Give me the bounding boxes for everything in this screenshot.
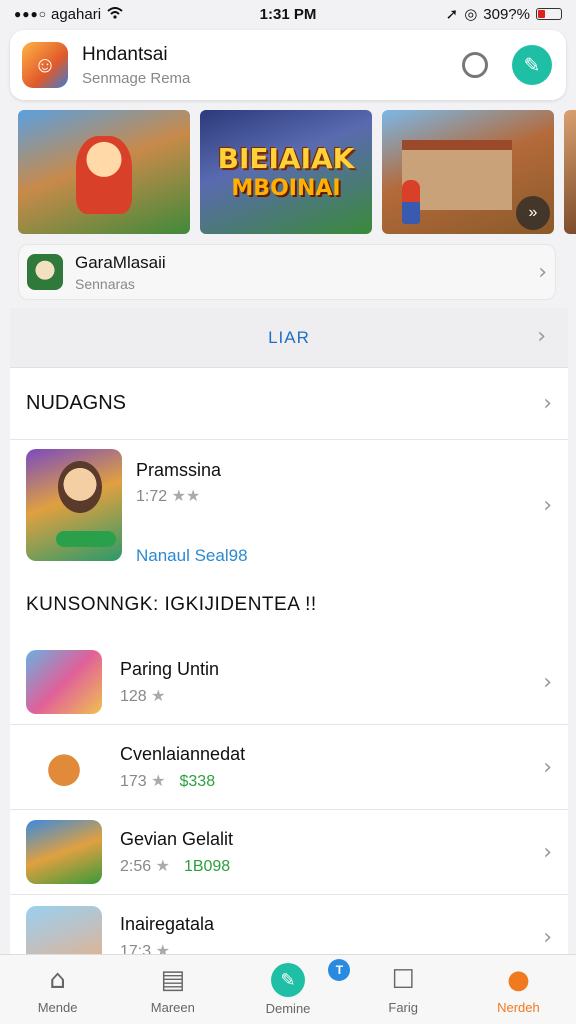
orientation-lock-icon: ◎ (464, 6, 478, 23)
app-rating: 128 ★ (120, 687, 166, 705)
star-icon: ★ (155, 857, 170, 875)
chevron-right-icon: › (543, 669, 552, 695)
chevron-right-icon: › (543, 492, 552, 518)
app-rating: 1:72 ★★ (136, 488, 201, 505)
subsection-heading: KUNSONNGK: IGKIJIDENTEA !! (26, 594, 317, 615)
chevron-right-icon: › (543, 925, 552, 950)
refresh-button[interactable] (462, 52, 488, 78)
section-title: NUDAGNS (26, 392, 127, 414)
banner-item[interactable]: » (382, 110, 554, 234)
lar-label: LIAR (268, 327, 310, 347)
box-icon: ☐ (391, 965, 415, 995)
list-item[interactable]: Paring Untin 128 ★ › (10, 640, 568, 725)
list-item[interactable]: Gevian Gelalit 2:56 ★ 1B098 › (10, 810, 568, 895)
character-illustration (76, 136, 132, 214)
banner-item[interactable]: BIEIAIAK MBOINAI (200, 110, 372, 234)
chevron-right-icon: › (543, 754, 552, 780)
battery-percent: 309?% (483, 5, 530, 23)
list-item[interactable]: Cvenlaiannedat 173 ★ $338 › (10, 725, 568, 810)
app-rating: 173 ★ $338 (120, 772, 216, 790)
app-name: Pramssina (136, 460, 222, 480)
wifi-icon (107, 6, 123, 23)
signal-strength-icon: ●●●○ (14, 7, 47, 21)
carrier-name: agahari (51, 5, 102, 23)
tab-label: Nerdeh (497, 1000, 540, 1015)
list-item[interactable]: Pramssina 1:72 ★★ Nanaul Seal98 › (10, 440, 568, 570)
tab-label: Mende (37, 1000, 78, 1015)
app-icon (26, 650, 102, 714)
chevron-right-icon: › (543, 391, 552, 416)
character-illustration (58, 461, 102, 513)
star-icon: ★ (151, 687, 166, 705)
status-bar: ●●●○ agahari 1:31 PM ➚ ◎ 309?% (0, 0, 576, 28)
tab-label: Demine (265, 1001, 311, 1016)
pencil-icon: ✎ (523, 54, 541, 77)
tab-profile[interactable]: ● Nerdeh (461, 955, 576, 1024)
banner-subtitle: MBOINAI (231, 176, 341, 201)
tab-label: Mareen (150, 1000, 195, 1015)
chevron-right-icon: › (543, 839, 552, 865)
app-rating: 2:56 ★ 1B098 (120, 857, 231, 875)
header-subtitle: Senmage Rema (82, 69, 191, 87)
header-title: Hndantsai (82, 43, 168, 65)
character-illustration (402, 180, 420, 224)
banner-title: BIEIAIAK (217, 142, 355, 175)
main-list: LIAR › NUDAGNS › Pramssina 1:72 ★★ Nanau… (10, 308, 568, 970)
star-icon: ★★ (171, 488, 201, 505)
game-character-icon: ☺ (22, 42, 68, 88)
app-name: Inairegatala (120, 914, 215, 934)
featured-app-row[interactable]: GaraMlasaii Sennaras › (18, 244, 556, 300)
tab-label: Farig (388, 1000, 419, 1015)
section-header[interactable]: NUDAGNS › (10, 368, 568, 440)
tab-box[interactable]: ☐ Farig (346, 955, 461, 1024)
storefront-icon: ▤ (160, 965, 186, 995)
lar-row[interactable]: LIAR › (10, 308, 568, 368)
app-icon (26, 820, 102, 884)
home-icon: ⌂ (49, 965, 66, 995)
banner-item[interactable] (564, 110, 576, 234)
app-name: Paring Untin (120, 658, 220, 679)
icon-tag (56, 531, 116, 547)
app-link[interactable]: Nanaul Seal98 (136, 546, 248, 566)
expand-icon[interactable]: » (516, 196, 550, 230)
edit-button[interactable]: ✎ (512, 45, 552, 85)
tab-bar: ⌂ Mende ▤ Mareen ✎ T Demine ☐ Farig ● Ne… (0, 954, 576, 1024)
app-icon (26, 449, 122, 561)
tab-paint[interactable]: ✎ T Demine (230, 955, 351, 1024)
chevron-right-icon: › (537, 324, 546, 349)
star-icon: ★ (151, 772, 166, 790)
tab-home[interactable]: ⌂ Mende (0, 955, 115, 1024)
app-title: GaraMlasaii (75, 252, 166, 272)
profile-icon: ● (507, 965, 530, 995)
app-icon (26, 735, 102, 799)
banner-carousel[interactable]: BIEIAIAK MBOINAI » (18, 110, 576, 236)
paint-icon: ✎ (271, 963, 305, 997)
chevron-right-icon: › (538, 259, 547, 285)
app-subtitle: Sennaras (75, 275, 135, 292)
app-header-card[interactable]: ☺ Hndantsai Senmage Rema ✎ (10, 30, 566, 100)
tab-store[interactable]: ▤ Mareen (115, 955, 230, 1024)
app-name: Gevian Gelalit (120, 828, 234, 849)
app-name: Cvenlaiannedat (120, 743, 246, 764)
battery-icon (536, 8, 562, 20)
app-icon (27, 254, 63, 290)
banner-item[interactable] (18, 110, 190, 234)
location-arrow-icon: ➚ (445, 6, 459, 23)
